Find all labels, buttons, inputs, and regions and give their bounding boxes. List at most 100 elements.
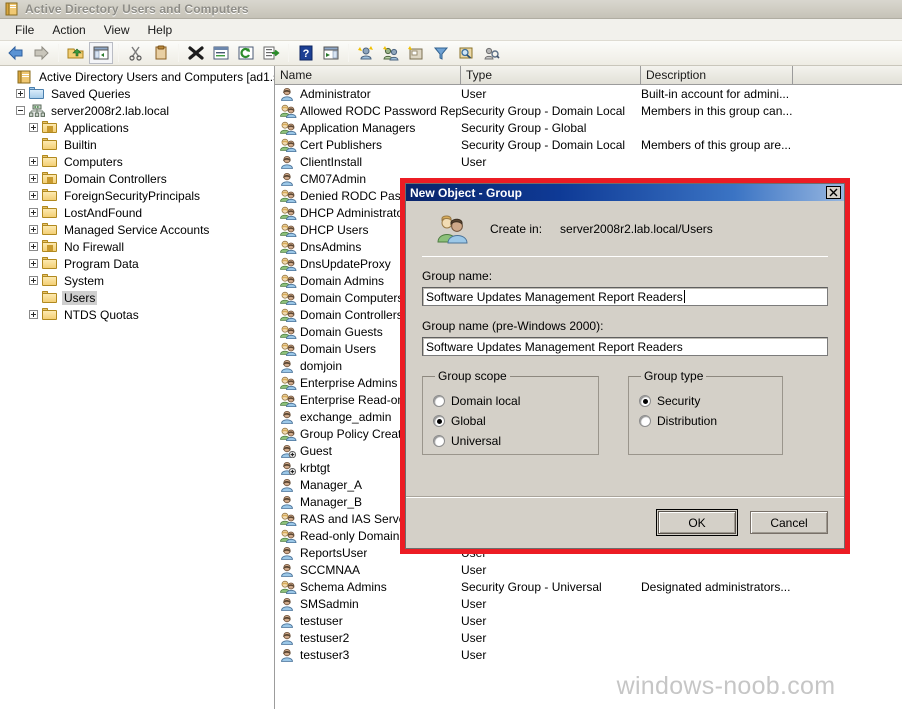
- tree-toggle-expand[interactable]: [16, 89, 25, 98]
- tree-toggle-collapse[interactable]: [16, 106, 25, 115]
- cell-name: Administrator: [275, 87, 461, 101]
- back-icon[interactable]: [4, 42, 28, 64]
- cancel-button[interactable]: Cancel: [750, 511, 828, 534]
- tree-item-domain-controllers[interactable]: Domain Controllers: [0, 170, 274, 187]
- group-name-legacy-input[interactable]: Software Updates Management Report Reade…: [422, 337, 828, 356]
- tree-item-users[interactable]: Users: [0, 289, 274, 306]
- new-user-icon[interactable]: [354, 42, 378, 64]
- copy-clipboard-icon[interactable]: [149, 42, 173, 64]
- new-container-icon[interactable]: [404, 42, 428, 64]
- tree-item-saved-queries[interactable]: Saved Queries: [0, 85, 274, 102]
- tree-toggle-expand[interactable]: [29, 242, 38, 251]
- tree-item-computers[interactable]: Computers: [0, 153, 274, 170]
- tree-item-foreignsecurityprincipals[interactable]: ForeignSecurityPrincipals: [0, 187, 274, 204]
- table-row[interactable]: Application Managers Security Group - Glo…: [275, 119, 902, 136]
- cell-name: testuser: [275, 614, 461, 628]
- tree-toggle-expand[interactable]: [29, 276, 38, 285]
- column-header-type[interactable]: Type: [461, 66, 641, 84]
- table-row[interactable]: SMSadmin User: [275, 595, 902, 612]
- properties-icon[interactable]: [209, 42, 233, 64]
- menu-view[interactable]: View: [95, 21, 139, 39]
- cell-name-text: ReportsUser: [300, 545, 368, 560]
- table-row[interactable]: ClientInstall User: [275, 153, 902, 170]
- table-row[interactable]: Schema Admins Security Group - Universal D…: [275, 578, 902, 595]
- cell-name-text: Domain Guests: [300, 324, 383, 339]
- cell-name-text: Domain Computers: [300, 290, 404, 305]
- cell-type: User: [461, 596, 487, 611]
- user-icon: [280, 563, 297, 577]
- user-icon: [280, 614, 297, 628]
- cell-name: SCCMNAA: [275, 563, 461, 577]
- cell-name: Application Managers: [275, 121, 461, 135]
- tree-item-lostandfound[interactable]: LostAndFound: [0, 204, 274, 221]
- tree-toggle-expand[interactable]: [29, 208, 38, 217]
- table-row[interactable]: Administrator User Built-in account for ad…: [275, 85, 902, 102]
- close-icon[interactable]: [826, 186, 841, 199]
- tree-item-domain[interactable]: server2008r2.lab.local: [0, 102, 274, 119]
- saved-query-icon[interactable]: [479, 42, 503, 64]
- show-hide-console-tree-icon[interactable]: [89, 42, 113, 64]
- menu-file[interactable]: File: [6, 21, 43, 39]
- cell-name-text: Administrator: [300, 86, 371, 101]
- tree-item-console-root[interactable]: Active Directory Users and Computers [ad…: [0, 68, 274, 85]
- find-objects-icon[interactable]: [454, 42, 478, 64]
- radio-security[interactable]: Security: [639, 391, 772, 411]
- tree-toggle-expand[interactable]: [29, 174, 38, 183]
- cell-name-text: exchange_admin: [300, 409, 392, 424]
- radio-indicator-selected: [639, 395, 651, 407]
- tree-item-no-firewall[interactable]: No Firewall: [0, 238, 274, 255]
- tree-toggle-expand[interactable]: [29, 225, 38, 234]
- export-list-icon[interactable]: [259, 42, 283, 64]
- cell-name: testuser2: [275, 631, 461, 645]
- toolbar: ?: [0, 41, 902, 66]
- user-icon: [280, 648, 297, 662]
- radio-distribution[interactable]: Distribution: [639, 411, 772, 431]
- table-row[interactable]: testuser User: [275, 612, 902, 629]
- radio-label: Distribution: [657, 414, 718, 428]
- filter-funnel-icon[interactable]: [429, 42, 453, 64]
- tree-item-managed-service-accounts[interactable]: Managed Service Accounts: [0, 221, 274, 238]
- group-scope-legend: Group scope: [438, 369, 507, 383]
- column-header-description[interactable]: Description: [641, 66, 793, 84]
- tree-toggle-expand[interactable]: [29, 259, 38, 268]
- tree-toggle-expand[interactable]: [29, 157, 38, 166]
- table-row[interactable]: Cert Publishers Security Group - Domain L…: [275, 136, 902, 153]
- folder-icon: [42, 188, 58, 203]
- tree-toggle-expand[interactable]: [29, 310, 38, 319]
- forward-icon[interactable]: [29, 42, 53, 64]
- cell-name-text: Domain Users: [300, 341, 377, 356]
- column-header-name[interactable]: Name: [275, 66, 461, 84]
- tree-item-system[interactable]: System: [0, 272, 274, 289]
- new-group-icon[interactable]: [379, 42, 403, 64]
- tree-item-program-data[interactable]: Program Data: [0, 255, 274, 272]
- help-question-icon[interactable]: ?: [294, 42, 318, 64]
- tree-item-applications[interactable]: Applications: [0, 119, 274, 136]
- tree-item-label: Applications: [64, 120, 129, 135]
- tree-item-ntds-quotas[interactable]: NTDS Quotas: [0, 306, 274, 323]
- cell-name-text: krbtgt: [300, 460, 331, 475]
- table-row[interactable]: SCCMNAA User: [275, 561, 902, 578]
- cell-name-text: testuser3: [300, 647, 350, 662]
- column-header-filler: [793, 66, 902, 84]
- refresh-icon[interactable]: [234, 42, 258, 64]
- console-tree[interactable]: Active Directory Users and Computers [ad…: [0, 66, 275, 709]
- menu-help[interactable]: Help: [139, 21, 182, 39]
- table-row[interactable]: Allowed RODC Password Repli... Security G…: [275, 102, 902, 119]
- tree-item-builtin[interactable]: Builtin: [0, 136, 274, 153]
- up-one-level-folder-icon[interactable]: [64, 42, 88, 64]
- group-name-input[interactable]: Software Updates Management Report Reade…: [422, 287, 828, 306]
- radio-domain-local[interactable]: Domain local: [433, 391, 588, 411]
- menu-action[interactable]: Action: [43, 21, 94, 39]
- ok-button[interactable]: OK: [656, 509, 738, 536]
- cell-name-text: DnsAdmins: [300, 239, 362, 254]
- radio-universal[interactable]: Universal: [433, 431, 588, 451]
- cut-scissors-icon[interactable]: [124, 42, 148, 64]
- tree-toggle-expand[interactable]: [29, 191, 38, 200]
- radio-global[interactable]: Global: [433, 411, 588, 431]
- delete-x-icon[interactable]: [184, 42, 208, 64]
- tree-toggle-expand[interactable]: [29, 123, 38, 132]
- show-window-in-taskbar-icon[interactable]: [319, 42, 343, 64]
- table-row[interactable]: testuser3 User: [275, 646, 902, 663]
- table-row[interactable]: testuser2 User: [275, 629, 902, 646]
- user-disabled-icon: [280, 461, 297, 475]
